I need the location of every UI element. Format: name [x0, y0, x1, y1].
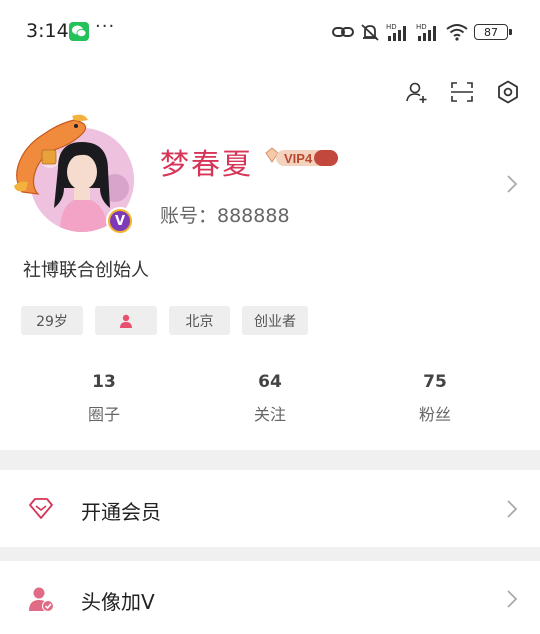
- battery-icon: 87: [474, 24, 512, 40]
- status-time: 3:14: [26, 20, 69, 42]
- stat-following[interactable]: 64 关注: [210, 372, 330, 425]
- diamond-icon: [29, 498, 53, 519]
- menu-label: 头像加V: [81, 590, 155, 614]
- wechat-icon: [69, 22, 89, 41]
- profile-tags: 29岁 北京 创业者: [21, 306, 308, 335]
- add-friend-icon[interactable]: [405, 80, 429, 104]
- more-notifications-icon: ···: [95, 16, 116, 37]
- profile-name: 梦春夏: [160, 147, 254, 181]
- stat-followers[interactable]: 75 粉丝: [375, 372, 495, 425]
- stat-value: 64: [258, 372, 282, 392]
- vip-badge: VIP4: [265, 147, 338, 166]
- stat-label: 粉丝: [418, 405, 451, 424]
- section-divider: [0, 450, 540, 470]
- stat-value: 13: [92, 372, 116, 392]
- verified-badge-letter: V: [110, 211, 130, 231]
- mute-icon: [361, 24, 379, 41]
- stat-value: 75: [423, 372, 447, 392]
- vip-level-text: VIP4: [284, 151, 313, 166]
- status-bar: 3:14 ··· HD HD 87: [0, 0, 540, 62]
- wifi-icon: [446, 24, 468, 41]
- chevron-right-icon: [507, 590, 518, 608]
- profile-chevron-icon[interactable]: [506, 174, 518, 194]
- profile-stats: 13 圈子 64 关注 75 粉丝: [0, 372, 540, 432]
- menu-label: 开通会员: [81, 500, 161, 524]
- verified-badge: V: [106, 207, 134, 235]
- menu-item-avatar-verify[interactable]: 头像加V: [0, 561, 540, 634]
- tag-gender: [95, 306, 157, 335]
- settings-icon[interactable]: [496, 80, 520, 104]
- user-verify-icon: [29, 587, 54, 612]
- avatar-frame[interactable]: V: [12, 110, 142, 240]
- tag-age: 29岁: [21, 306, 83, 335]
- section-divider: [0, 547, 540, 561]
- tag-city: 北京: [169, 306, 230, 335]
- koi-fish-decoration: [14, 114, 88, 195]
- account-id: 账号：888888: [160, 205, 290, 227]
- svg-text:HD: HD: [416, 23, 427, 31]
- female-icon: [120, 314, 132, 328]
- stat-label: 关注: [253, 405, 286, 424]
- svg-text:HD: HD: [386, 23, 397, 31]
- battery-level: 87: [484, 25, 498, 39]
- chevron-right-icon: [507, 500, 518, 518]
- status-icons: HD HD 87: [332, 20, 512, 44]
- tag-job: 创业者: [242, 306, 308, 335]
- signal-hd-icon: HD: [416, 23, 436, 41]
- signal-hd-icon: HD: [386, 23, 406, 41]
- profile-bio: 社博联合创始人: [23, 260, 149, 281]
- link-icon: [332, 27, 354, 37]
- stat-circles[interactable]: 13 圈子: [44, 372, 164, 425]
- scan-icon[interactable]: [450, 80, 474, 104]
- menu-item-membership[interactable]: 开通会员: [0, 470, 540, 550]
- stat-label: 圈子: [87, 405, 120, 424]
